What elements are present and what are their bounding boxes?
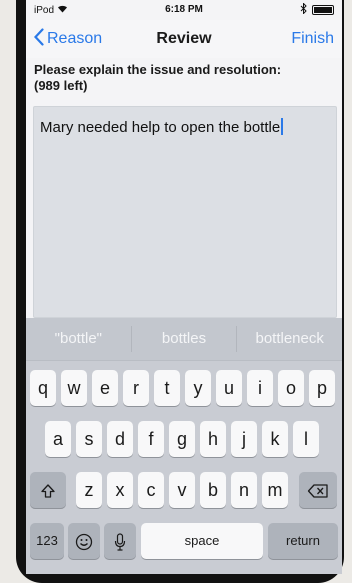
text-cursor (281, 118, 283, 135)
key-s[interactable]: s (76, 421, 102, 457)
key-w[interactable]: w (61, 370, 87, 406)
key-k[interactable]: k (262, 421, 288, 457)
key-e[interactable]: e (92, 370, 118, 406)
status-bar: iPod 6:18 PM (26, 0, 342, 20)
finish-button[interactable]: Finish (291, 30, 334, 48)
numbers-key[interactable]: 123 (30, 523, 64, 559)
explanation-textarea[interactable]: Mary needed help to open the bottle (33, 106, 337, 318)
battery-icon (312, 5, 334, 15)
prediction-2[interactable]: bottles (132, 318, 237, 360)
prediction-bar: "bottle" bottles bottleneck (26, 318, 342, 361)
key-g[interactable]: g (169, 421, 195, 457)
key-h[interactable]: h (200, 421, 226, 457)
key-u[interactable]: u (216, 370, 242, 406)
backspace-icon (307, 480, 329, 500)
key-p[interactable]: p (309, 370, 335, 406)
key-a[interactable]: a (45, 421, 71, 457)
screen: iPod 6:18 PM Reason Review Finish Please… (26, 0, 342, 574)
prediction-1[interactable]: "bottle" (26, 318, 131, 360)
key-d[interactable]: d (107, 421, 133, 457)
key-n[interactable]: n (231, 472, 257, 508)
key-c[interactable]: c (138, 472, 164, 508)
status-right (300, 2, 334, 17)
key-r[interactable]: r (123, 370, 149, 406)
prediction-3[interactable]: bottleneck (237, 318, 342, 360)
key-v[interactable]: v (169, 472, 195, 508)
emoji-key[interactable] (68, 523, 100, 559)
key-j[interactable]: j (231, 421, 257, 457)
key-y[interactable]: y (185, 370, 211, 406)
bluetooth-icon (300, 2, 307, 17)
navigation-bar: Reason Review Finish (26, 20, 342, 58)
backspace-key[interactable] (299, 472, 337, 508)
textarea-value: Mary needed help to open the bottle (40, 119, 281, 136)
status-time: 6:18 PM (165, 4, 203, 15)
keyboard: "bottle" bottles bottleneck q w e r t y … (26, 318, 342, 574)
key-x[interactable]: x (107, 472, 133, 508)
key-i[interactable]: i (247, 370, 273, 406)
key-o[interactable]: o (278, 370, 304, 406)
prompt-line: Please explain the issue and resolution: (34, 62, 282, 77)
microphone-icon (114, 531, 126, 551)
shift-icon (40, 480, 56, 500)
key-q[interactable]: q (30, 370, 56, 406)
space-key[interactable]: space (141, 523, 263, 559)
emoji-icon (75, 531, 93, 551)
prompt-text: Please explain the issue and resolution:… (34, 62, 334, 94)
key-b[interactable]: b (200, 472, 226, 508)
remaining-count: (989 left) (34, 78, 88, 93)
key-row-1: q w e r t y u i o p (26, 370, 342, 406)
key-row-2: a s d f g h j k l (26, 421, 342, 457)
key-m[interactable]: m (262, 472, 288, 508)
shift-key[interactable] (30, 472, 66, 508)
key-f[interactable]: f (138, 421, 164, 457)
textarea-value-wrap: Mary needed help to open the bottle (40, 118, 283, 136)
key-row-4: 123 space return (26, 523, 342, 559)
key-l[interactable]: l (293, 421, 319, 457)
return-key[interactable]: return (268, 523, 338, 559)
key-row-3: z x c v b n m (26, 472, 342, 508)
key-t[interactable]: t (154, 370, 180, 406)
microphone-key[interactable] (104, 523, 136, 559)
key-z[interactable]: z (76, 472, 102, 508)
